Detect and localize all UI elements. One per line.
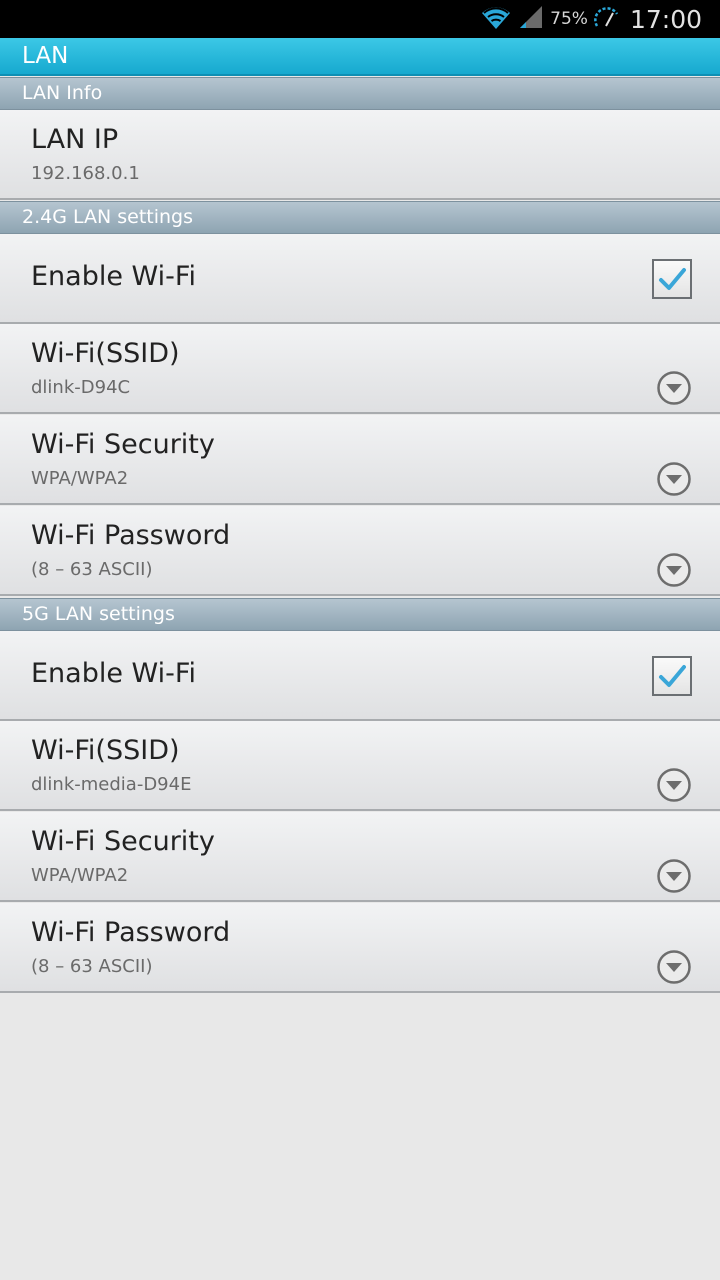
checkmark-icon [659, 665, 686, 687]
cellular-signal-icon [518, 4, 544, 34]
enable-wifi-5g-label: Enable Wi-Fi [31, 658, 196, 689]
wifi-password-24g-row[interactable]: Wi-Fi Password (8 – 63 ASCII) [0, 506, 720, 596]
page-title: LAN [0, 38, 720, 76]
enable-wifi-24g-checkbox[interactable] [652, 259, 692, 299]
wifi-ssid-24g-row[interactable]: Wi-Fi(SSID) dlink-D94C [0, 324, 720, 414]
lan-ip-label: LAN IP [31, 124, 119, 155]
checkmark-icon [659, 268, 686, 290]
wifi-security-24g-row[interactable]: Wi-Fi Security WPA/WPA2 [0, 415, 720, 505]
chevron-down-icon[interactable] [657, 553, 691, 587]
wifi-security-24g-label: Wi-Fi Security [31, 429, 215, 460]
wifi-ssid-24g-label: Wi-Fi(SSID) [31, 338, 180, 369]
wifi-password-24g-hint: (8 – 63 ASCII) [31, 559, 153, 580]
wifi-security-24g-value: WPA/WPA2 [31, 468, 129, 489]
status-icons: 75% 17:00 [480, 0, 702, 38]
chevron-down-icon[interactable] [657, 859, 691, 893]
wifi-password-5g-hint: (8 – 63 ASCII) [31, 956, 153, 977]
wifi-security-5g-value: WPA/WPA2 [31, 865, 129, 886]
lan-ip-row[interactable]: LAN IP 192.168.0.1 [0, 110, 720, 200]
wifi-signal-icon [480, 4, 512, 34]
wifi-ssid-24g-value: dlink-D94C [31, 377, 131, 398]
chevron-down-icon[interactable] [657, 371, 691, 405]
section-header-5g-lan: 5G LAN settings [0, 598, 720, 631]
wifi-ssid-5g-row[interactable]: Wi-Fi(SSID) dlink-media-D94E [0, 721, 720, 811]
battery-percent: 75% [550, 9, 588, 29]
wifi-ssid-5g-value: dlink-media-D94E [31, 774, 192, 795]
wifi-password-5g-label: Wi-Fi Password [31, 917, 231, 948]
status-bar: 75% 17:00 [0, 0, 720, 38]
enable-wifi-24g-row[interactable]: Enable Wi-Fi [0, 234, 720, 324]
section-header-lan-info: LAN Info [0, 77, 720, 110]
section-header-2-4g-lan: 2.4G LAN settings [0, 201, 720, 234]
wifi-security-5g-row[interactable]: Wi-Fi Security WPA/WPA2 [0, 812, 720, 902]
chevron-down-icon[interactable] [657, 462, 691, 496]
enable-wifi-5g-checkbox[interactable] [652, 656, 692, 696]
lan-ip-value: 192.168.0.1 [31, 163, 140, 184]
wifi-password-5g-row[interactable]: Wi-Fi Password (8 – 63 ASCII) [0, 903, 720, 993]
chevron-down-icon[interactable] [657, 950, 691, 984]
enable-wifi-24g-label: Enable Wi-Fi [31, 261, 196, 292]
wifi-security-5g-label: Wi-Fi Security [31, 826, 215, 857]
wifi-password-24g-label: Wi-Fi Password [31, 520, 231, 551]
clock: 17:00 [629, 4, 702, 34]
chevron-down-icon[interactable] [657, 768, 691, 802]
enable-wifi-5g-row[interactable]: Enable Wi-Fi [0, 631, 720, 721]
speed-meter-icon [594, 4, 620, 34]
wifi-ssid-5g-label: Wi-Fi(SSID) [31, 735, 180, 766]
